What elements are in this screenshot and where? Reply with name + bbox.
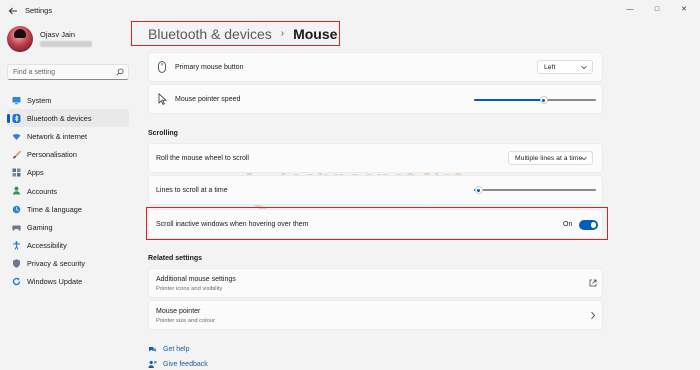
mouse-pointer-card[interactable]: Mouse pointer Pointer size and colour <box>148 300 603 330</box>
sidebar-item-apps[interactable]: Apps <box>7 164 129 182</box>
sidebar-item-label: Time & language <box>27 204 82 214</box>
sidebar-item-accessibility[interactable]: Accessibility <box>7 237 129 255</box>
breadcrumb-separator: › <box>280 28 285 39</box>
mouse-pointer-subtitle: Pointer size and colour <box>156 318 215 324</box>
title-bar: Settings — □ ✕ <box>0 0 700 22</box>
sidebar-item-gaming[interactable]: Gaming <box>7 218 129 236</box>
mouse-icon <box>158 61 166 73</box>
sidebar-item-bluetooth-devices[interactable]: Bluetooth & devices <box>7 109 129 128</box>
person-icon <box>12 187 21 195</box>
breadcrumb: Bluetooth & devices › Mouse <box>131 21 340 46</box>
sidebar-item-privacy-security[interactable]: Privacy & security <box>7 255 129 273</box>
chevron-down-icon <box>581 65 587 70</box>
sidebar-item-label: Privacy & security <box>27 259 85 269</box>
sidebar-item-label: Accessibility <box>27 241 67 251</box>
update-icon <box>12 277 21 286</box>
get-help-label: Get help <box>163 346 190 353</box>
app-title: Settings <box>25 6 53 15</box>
monitor-icon <box>12 96 21 104</box>
mouse-pointer-speed-label: Mouse pointer speed <box>175 96 241 103</box>
sidebar-item-label: Gaming <box>27 222 53 232</box>
give-feedback-label: Give feedback <box>163 361 208 368</box>
wifi-icon <box>12 133 21 140</box>
close-button[interactable]: ✕ <box>673 2 695 16</box>
lines-to-scroll-label: Lines to scroll at a time <box>156 187 228 194</box>
gamepad-icon <box>12 225 21 231</box>
primary-mouse-button-dropdown[interactable]: Left <box>537 60 593 74</box>
chevron-right-icon <box>591 311 596 320</box>
primary-mouse-button-card: Primary mouse button Left <box>148 52 603 82</box>
maximize-button[interactable]: □ <box>646 2 668 16</box>
mouse-pointer-title: Mouse pointer <box>156 308 201 315</box>
profile-name: Ojasv Jain <box>40 30 76 39</box>
primary-mouse-button-label: Primary mouse button <box>175 64 244 71</box>
roll-wheel-label: Roll the mouse wheel to scroll <box>156 155 249 162</box>
search-icon[interactable] <box>116 68 124 76</box>
toggle-state-text: On <box>563 221 573 228</box>
lines-to-scroll-card: Lines to scroll at a time <box>148 175 603 205</box>
profile-email-blurred <box>40 41 92 47</box>
external-link-icon <box>589 279 597 287</box>
minimize-button[interactable]: — <box>619 2 641 16</box>
slider-thumb[interactable] <box>539 96 548 104</box>
give-feedback-link[interactable]: Give feedback <box>148 360 208 369</box>
roll-wheel-card: Roll the mouse wheel to scroll Multiple … <box>148 143 603 173</box>
additional-mouse-settings-title: Additional mouse settings <box>156 276 236 283</box>
mouse-pointer-speed-card: Mouse pointer speed <box>148 84 603 114</box>
breadcrumb-parent[interactable]: Bluetooth & devices <box>148 26 272 42</box>
get-help-link[interactable]: Get help <box>148 345 189 354</box>
slider-track <box>474 189 596 191</box>
dropdown-value: Multiple lines at a time <box>515 154 583 162</box>
sidebar-item-personalisation[interactable]: Personalisation <box>7 146 129 164</box>
bluetooth-icon <box>12 113 21 123</box>
cursor-icon <box>158 93 167 105</box>
sidebar-item-accounts[interactable]: Accounts <box>7 182 129 200</box>
sidebar-item-label: Windows Update <box>27 277 83 287</box>
search-input[interactable]: Find a setting <box>7 64 129 80</box>
scroll-inactive-card: Scroll inactive windows when hovering ov… <box>148 209 603 239</box>
scrolling-section-title: Scrolling <box>148 130 178 137</box>
sidebar-item-label: Network & internet <box>27 131 88 141</box>
additional-mouse-settings-subtitle: Pointer icons and visibility <box>156 286 223 292</box>
scroll-inactive-toggle[interactable] <box>579 220 598 230</box>
back-arrow-icon[interactable] <box>7 5 19 17</box>
mouse-pointer-speed-slider[interactable] <box>474 95 596 105</box>
roll-wheel-dropdown[interactable]: Multiple lines at a time <box>508 151 593 165</box>
sidebar-item-network-internet[interactable]: Network & internet <box>7 127 129 145</box>
dropdown-value: Left <box>544 63 556 71</box>
sidebar-item-time-language[interactable]: Time & language <box>7 200 129 218</box>
page-title: Mouse <box>293 25 338 42</box>
sidebar-item-windows-update[interactable]: Windows Update <box>7 273 129 291</box>
related-settings-title: Related settings <box>148 255 203 262</box>
search-placeholder: Find a setting <box>13 68 56 76</box>
sidebar-item-label: Personalisation <box>27 150 77 160</box>
sidebar-item-label: System <box>27 95 52 105</box>
avatar[interactable] <box>7 26 33 52</box>
lines-to-scroll-slider[interactable] <box>474 185 596 195</box>
accessibility-icon <box>13 241 20 250</box>
help-icon <box>149 347 156 352</box>
sidebar-item-system[interactable]: System <box>7 91 129 109</box>
apps-icon <box>12 168 21 177</box>
clock-globe-icon <box>12 205 21 213</box>
sidebar-item-label: Bluetooth & devices <box>27 113 92 123</box>
chevron-down-icon <box>581 156 587 161</box>
feedback-icon <box>148 360 157 368</box>
scroll-inactive-label: Scroll inactive windows when hovering ov… <box>156 221 309 228</box>
sidebar-item-label: Accounts <box>27 186 58 196</box>
slider-fill <box>474 99 544 101</box>
shield-icon <box>13 259 20 268</box>
sidebar-item-label: Apps <box>27 168 44 178</box>
additional-mouse-settings-card[interactable]: Additional mouse settings Pointer icons … <box>148 268 603 298</box>
brush-icon <box>13 150 21 159</box>
sidebar-nav: System Bluetooth & devices Network & int… <box>7 91 129 291</box>
slider-thumb[interactable] <box>474 186 483 194</box>
